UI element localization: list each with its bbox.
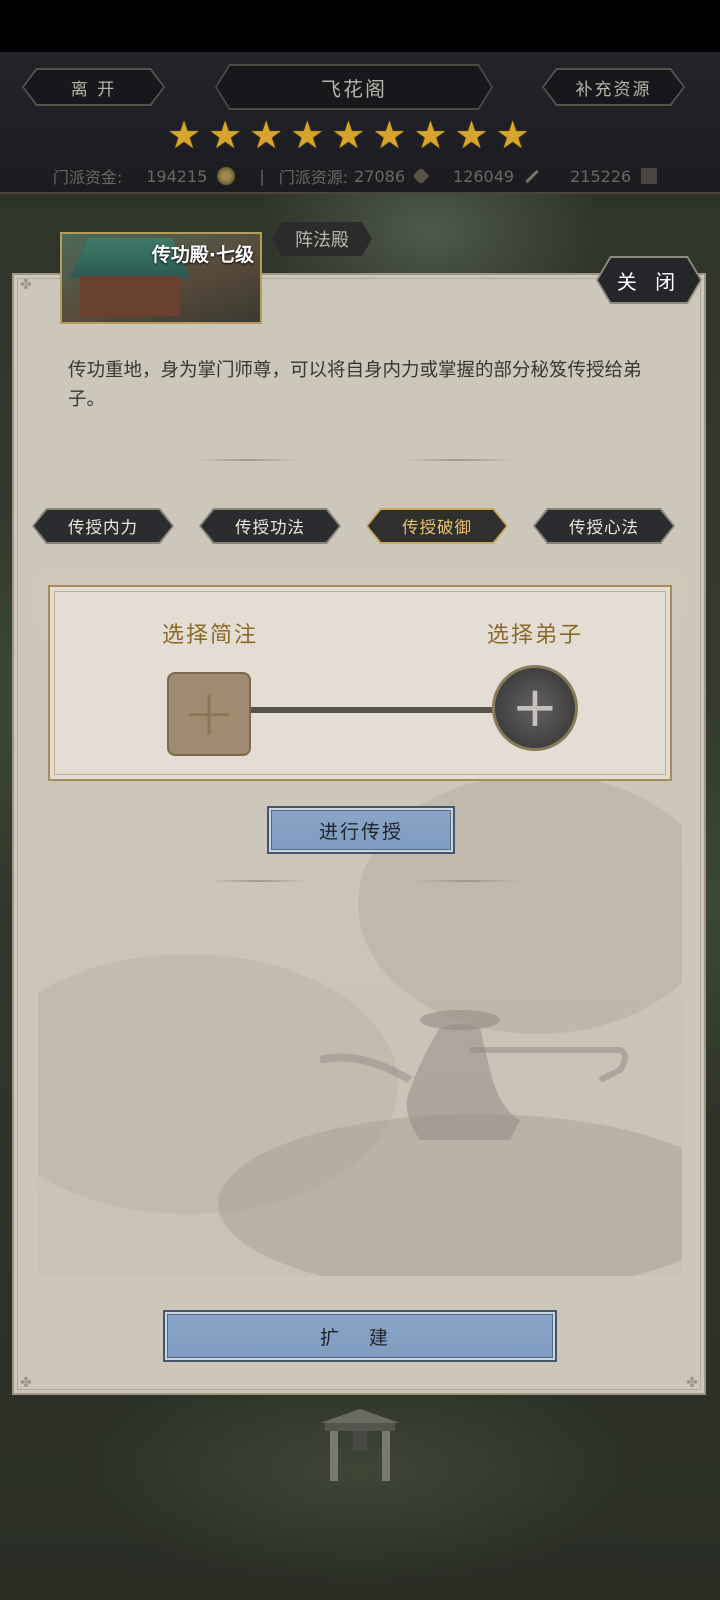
ornament-divider: [210, 880, 306, 882]
star-icon: ★: [290, 113, 325, 157]
sect-name: 飞花阁: [217, 66, 491, 108]
building-title: 传功殿·七级: [151, 244, 254, 266]
tab-label: 传授心法: [535, 510, 673, 542]
corner-ornament: ✤: [20, 1375, 32, 1391]
star-icon: ★: [167, 113, 202, 157]
ornament-divider: [412, 880, 522, 882]
tab-transfer-internal-force[interactable]: 传授内力: [32, 508, 174, 544]
building-body: [80, 276, 180, 316]
tab-transfer-martial-art[interactable]: 传授功法: [199, 508, 341, 544]
ornament-divider: [195, 459, 299, 461]
plus-icon: +: [182, 677, 236, 751]
star-icon: ★: [372, 113, 407, 157]
leave-button[interactable]: 离 开: [22, 68, 165, 106]
star-icon: ★: [413, 113, 448, 157]
tab-label: 传授内力: [34, 510, 172, 542]
tab-transfer-mind-method[interactable]: 传授心法: [533, 508, 675, 544]
replenish-resources-button[interactable]: 补充资源: [542, 68, 685, 106]
chest-icon: [641, 168, 658, 184]
resource-value: 27086: [354, 166, 406, 186]
resource-label: 门派资源:: [278, 168, 349, 187]
select-item-slot[interactable]: +: [167, 672, 251, 756]
star-icon: ★: [495, 113, 530, 157]
star-icon: ★: [331, 113, 366, 157]
tab-label: 传授功法: [201, 510, 339, 542]
formation-hall-tag[interactable]: 阵法殿: [272, 222, 372, 256]
building-card: 传功殿·七级: [60, 232, 262, 324]
star-rating: ★ ★ ★ ★ ★ ★ ★ ★ ★: [167, 116, 530, 154]
funds-value: 194215: [146, 166, 208, 186]
resource-separator: |: [259, 166, 265, 186]
status-bar: [0, 0, 720, 52]
connection-line: [250, 707, 496, 713]
building-description: 传功重地，身为掌门师尊，可以将自身内力或掌握的部分秘笈传授给弟子。: [68, 360, 642, 410]
star-icon: ★: [249, 113, 284, 157]
leave-label: 离 开: [24, 70, 163, 104]
sect-name-banner: 飞花阁: [215, 64, 493, 110]
expand-button[interactable]: 扩 建: [163, 1310, 557, 1362]
resource-bar: 门派资金: 194215 | 门派资源: 27086 126049 215226: [0, 165, 720, 187]
select-disciple-label: 选择弟子: [487, 623, 584, 648]
resource-value-3: 126049: [453, 166, 515, 186]
select-item-label: 选择简注: [162, 623, 259, 648]
replenish-label: 补充资源: [544, 70, 683, 104]
perform-transfer-button[interactable]: 进行传授: [267, 806, 455, 854]
sect-gate-icon[interactable]: [315, 1405, 405, 1485]
funds-label: 门派资金:: [52, 168, 123, 187]
weapon-icon: [525, 169, 539, 183]
select-disciple-slot[interactable]: +: [492, 665, 578, 751]
wanderer-silhouette: [320, 1010, 628, 1140]
star-icon: ★: [208, 113, 243, 157]
coin-icon: [217, 167, 236, 185]
close-button[interactable]: 关 闭: [596, 256, 702, 304]
tab-transfer-defense-break[interactable]: 传授破御: [366, 508, 508, 544]
star-icon: ★: [454, 113, 489, 157]
close-label: 关 闭: [598, 258, 700, 302]
selection-panel: [48, 585, 672, 781]
resource-value-4: 215226: [570, 166, 632, 186]
ornament-divider: [404, 459, 514, 461]
corner-ornament: ✤: [686, 1375, 698, 1391]
plus-icon: +: [511, 675, 559, 740]
ore-icon: [412, 167, 430, 185]
corner-ornament: ✤: [20, 277, 32, 293]
tab-label: 传授破御: [368, 510, 506, 542]
